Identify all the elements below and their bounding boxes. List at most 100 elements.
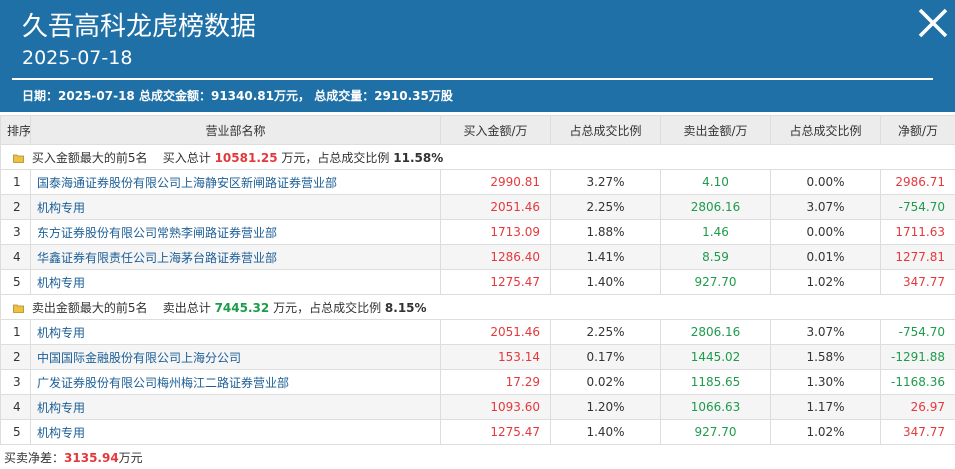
net-amount-cell: 1277.81 <box>880 244 955 270</box>
branch-name-link[interactable]: 国泰海通证券股份有限公司上海静安区新闸路证券营业部 <box>30 169 441 195</box>
page-title: 久吾高科龙虎榜数据 <box>22 12 257 42</box>
buy-section-label: 买入金额最大的前5名 <box>31 150 148 165</box>
rank-cell: 1 <box>0 319 31 345</box>
buy-amount-cell: 1275.47 <box>440 269 551 295</box>
buy-amount-cell: 1093.60 <box>440 394 551 420</box>
net-amount-cell: 347.77 <box>880 269 955 295</box>
buy-ratio-cell: 2.25% <box>550 194 661 220</box>
sell-amount-cell: 2806.16 <box>660 319 771 345</box>
buy-ratio-cell: 0.17% <box>550 344 661 370</box>
summary-date: 2025-07-18 <box>58 89 135 103</box>
page-date: 2025-07-18 <box>22 47 133 69</box>
table-row: 4 华鑫证券有限责任公司上海茅台路证券营业部 1286.40 1.41% 8.59 0.0… <box>0 244 955 270</box>
table-row: 5 机构专用 1275.47 1.40% 927.70 1.02% 347.77 <box>0 419 955 445</box>
sell-ratio-cell: 3.07% <box>770 194 881 220</box>
sell-total-unit: 万元，占总成交比例 <box>273 300 382 315</box>
net-amount-cell: -754.70 <box>880 194 955 220</box>
sell-total-value: 7445.32 <box>214 300 270 315</box>
table-row: 2 中国国际金融股份有限公司上海分公司 153.14 0.17% 1445.02 1.58… <box>0 344 955 370</box>
rank-cell: 3 <box>0 219 31 245</box>
summary-date-label: 日期： <box>22 89 59 103</box>
net-difference-unit: 万元 <box>118 451 143 465</box>
sell-section-row: 卖出金额最大的前5名 卖出总计 7445.32 万元，占总成交比例 8.15% <box>0 294 955 320</box>
buy-ratio-cell: 0.02% <box>550 369 661 395</box>
col-header-buy: 买入金额/万 <box>440 115 551 145</box>
sell-amount-cell: 1066.63 <box>660 394 771 420</box>
sell-ratio-cell: 1.30% <box>770 369 881 395</box>
sell-ratio-cell: 0.01% <box>770 244 881 270</box>
summary-amount-label: 总成交金额： <box>138 89 211 103</box>
buy-total-value: 10581.25 <box>214 150 278 165</box>
table-row: 3 广发证券股份有限公司梅州梅江二路证券营业部 17.29 0.02% 1185.65 1… <box>0 369 955 395</box>
buy-total-label: 买入总计 <box>162 150 211 165</box>
summary-volume-label: 总成交量： <box>314 89 375 103</box>
buy-amount-cell: 1275.47 <box>440 419 551 445</box>
col-header-net: 净额/万 <box>880 115 955 145</box>
branch-name-link[interactable]: 机构专用 <box>30 194 441 220</box>
close-button[interactable] <box>915 5 951 41</box>
buy-section-row: 买入金额最大的前5名 买入总计 10581.25 万元，占总成交比例 11.58… <box>0 144 955 170</box>
net-amount-cell: -1168.36 <box>880 369 955 395</box>
table-row: 4 机构专用 1093.60 1.20% 1066.63 1.17% 26.97 <box>0 394 955 420</box>
net-amount-cell: 26.97 <box>880 394 955 420</box>
branch-name-link[interactable]: 中国国际金融股份有限公司上海分公司 <box>30 344 441 370</box>
trade-summary: 日期：2025-07-18 总成交金额：91340.81万元， 总成交量：291… <box>22 89 453 103</box>
col-header-sell: 卖出金额/万 <box>660 115 771 145</box>
branch-name-link[interactable]: 机构专用 <box>30 394 441 420</box>
buy-ratio-cell: 1.40% <box>550 269 661 295</box>
header-divider <box>12 78 933 80</box>
rank-cell: 5 <box>0 419 31 445</box>
sell-ratio-cell: 3.07% <box>770 319 881 345</box>
net-difference-label: 买卖净差： <box>4 451 65 465</box>
col-header-sell-ratio: 占总成交比例 <box>770 115 881 145</box>
col-header-rank: 排序 <box>0 115 31 145</box>
buy-amount-cell: 1286.40 <box>440 244 551 270</box>
col-header-buy-ratio: 占总成交比例 <box>550 115 661 145</box>
sell-amount-cell: 1445.02 <box>660 344 771 370</box>
rank-cell: 3 <box>0 369 31 395</box>
table-row: 2 机构专用 2051.46 2.25% 2806.16 3.07% -754.70 <box>0 194 955 220</box>
close-icon <box>918 8 948 38</box>
sell-section-label: 卖出金额最大的前5名 <box>31 300 148 315</box>
branch-name-link[interactable]: 机构专用 <box>30 269 441 295</box>
sell-ratio-cell: 1.58% <box>770 344 881 370</box>
sell-amount-cell: 8.59 <box>660 244 771 270</box>
buy-ratio-cell: 1.40% <box>550 419 661 445</box>
buy-total-ratio: 11.58% <box>393 150 444 165</box>
sell-amount-cell: 4.10 <box>660 169 771 195</box>
branch-name-link[interactable]: 东方证券股份有限公司常熟李闸路证券营业部 <box>30 219 441 245</box>
rank-cell: 2 <box>0 344 31 370</box>
sell-total-label: 卖出总计 <box>162 300 211 315</box>
summary-volume: 2910.35万股 <box>374 89 453 103</box>
table-row: 1 国泰海通证券股份有限公司上海静安区新闸路证券营业部 2990.81 3.27% 4.… <box>0 169 955 195</box>
net-difference-value: 3135.94 <box>64 451 119 465</box>
branch-name-link[interactable]: 机构专用 <box>30 319 441 345</box>
net-amount-cell: -1291.88 <box>880 344 955 370</box>
sell-ratio-cell: 1.17% <box>770 394 881 420</box>
branch-name-link[interactable]: 广发证券股份有限公司梅州梅江二路证券营业部 <box>30 369 441 395</box>
sell-amount-cell: 1185.65 <box>660 369 771 395</box>
dragon-tiger-table: 排序 营业部名称 买入金额/万 占总成交比例 卖出金额/万 占总成交比例 净额/… <box>0 115 955 445</box>
table-row: 3 东方证券股份有限公司常熟李闸路证券营业部 1713.09 1.88% 1.46 0.0… <box>0 219 955 245</box>
branch-name-link[interactable]: 华鑫证券有限责任公司上海茅台路证券营业部 <box>30 244 441 270</box>
sell-amount-cell: 2806.16 <box>660 194 771 220</box>
buy-ratio-cell: 1.88% <box>550 219 661 245</box>
branch-name-link[interactable]: 机构专用 <box>30 419 441 445</box>
sell-amount-cell: 927.70 <box>660 269 771 295</box>
buy-amount-cell: 2051.46 <box>440 194 551 220</box>
sell-amount-cell: 1.46 <box>660 219 771 245</box>
sell-total-ratio: 8.15% <box>384 300 427 315</box>
col-header-branch: 营业部名称 <box>30 115 441 145</box>
buy-ratio-cell: 1.41% <box>550 244 661 270</box>
net-amount-cell: 2986.71 <box>880 169 955 195</box>
buy-amount-cell: 2990.81 <box>440 169 551 195</box>
summary-amount: 91340.81万元 <box>210 89 298 103</box>
folder-icon <box>13 304 24 313</box>
buy-amount-cell: 1713.09 <box>440 219 551 245</box>
net-amount-cell: -754.70 <box>880 319 955 345</box>
folder-icon <box>13 154 24 163</box>
buy-ratio-cell: 1.20% <box>550 394 661 420</box>
net-difference: 买卖净差：3135.94万元 <box>4 449 143 467</box>
rank-cell: 5 <box>0 269 31 295</box>
rank-cell: 4 <box>0 244 31 270</box>
